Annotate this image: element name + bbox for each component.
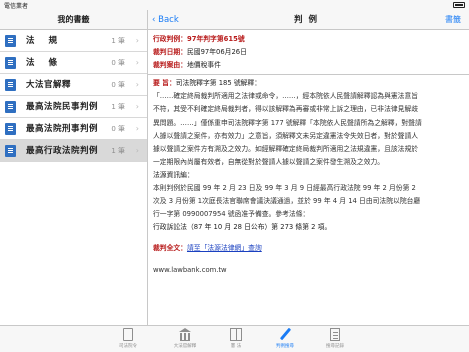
source-heading: 法源資訊編： [153, 170, 194, 179]
list-icon [330, 328, 340, 341]
sidebar-item-label: 最高行政法院判例 [26, 146, 99, 156]
tab-search-history[interactable]: 搜尋記錄 [310, 328, 360, 349]
case-type-label: 行政判例： [153, 35, 187, 43]
bookmark-book-icon [5, 101, 16, 113]
chevron-right-icon: › [135, 58, 139, 67]
sidebar-item-count: 0 筆 [111, 59, 125, 67]
website-url[interactable]: www.lawbank.com.tw [153, 264, 465, 277]
tab-label: 大法官解釋 [173, 344, 197, 349]
sidebar-item-regulations[interactable]: 法規 1 筆 › [0, 30, 147, 52]
cause-label: 裁判案由： [153, 61, 187, 70]
sidebar-title: 我的書籤 [0, 10, 147, 30]
pen-icon [278, 328, 292, 341]
bookmark-book-icon [5, 123, 16, 135]
source-paragraph: 本則判例於民國 99 年 2 月 23 日及 99 年 3 月 9 日經最高行政… [153, 182, 465, 221]
sidebar-item-label: 法規 [26, 36, 72, 46]
tab-constitution[interactable]: 憲 法 [211, 328, 261, 349]
book-icon [230, 328, 242, 341]
paragraph-line: 本則判例於民國 99 年 2 月 23 日及 99 年 3 月 9 日經最高行政… [153, 184, 416, 193]
bookmark-book-icon [5, 79, 16, 91]
sidebar-item-label: 法條 [26, 58, 72, 68]
chevron-right-icon: › [135, 36, 139, 45]
document-icon [123, 328, 133, 341]
page-title: 判例 [293, 15, 323, 25]
chevron-right-icon: › [135, 102, 139, 111]
sidebar-item-articles[interactable]: 法條 0 筆 › [0, 52, 147, 74]
tab-label: 判例搜尋 [276, 344, 294, 349]
bookmark-book-icon [5, 35, 16, 47]
case-gist-row: 要 旨：司法院釋字第 185 號解釋： [153, 77, 465, 90]
case-gist: 司法院釋字第 185 號解釋： [175, 79, 262, 88]
paragraph-line: 一定期限內尚屬有效者，自無從對於聲請人據以聲請之案件發生溯及之效力。 [153, 157, 385, 166]
carrier-label: 電信業者 [4, 3, 29, 10]
sidebar-item-count: 0 筆 [111, 81, 125, 89]
paragraph-line: 異問題。……」僅係重申司法院釋字第 177 號解釋「本院依人民聲請所為之解釋，對… [153, 118, 422, 127]
case-number-row: 行政判例：97年判字第615號 [153, 33, 465, 46]
sidebar-item-label: 最高法院刑事判例 [26, 124, 99, 134]
sidebar-item-label: 大法官解釋 [26, 80, 72, 90]
tab-label: 憲 法 [230, 344, 242, 349]
chevron-right-icon: › [135, 80, 139, 89]
divider [148, 74, 469, 76]
fulltext-link[interactable]: 請至「法源法律網」查詢 [187, 244, 262, 252]
bookmark-button[interactable]: 書籤 [445, 10, 461, 30]
fulltext-label: 裁判全文： [153, 244, 187, 253]
date-label: 裁判日期： [153, 48, 187, 57]
sidebar-item-count: 1 筆 [111, 103, 125, 111]
sidebar-item-administrative-precedents[interactable]: 最高行政法院判例 1 筆 › [0, 140, 147, 162]
gist-paragraph: 「……確定終局裁判所適用之法律或命令，……，經本院依人民聲請解釋認為與憲法意旨 … [153, 90, 465, 169]
bookmarks-sidebar: 我的書籤 法規 1 筆 › 法條 0 筆 › 大法官解釋 0 筆 › 最高法院民… [0, 10, 148, 325]
sidebar-item-interpretations[interactable]: 大法官解釋 0 筆 › [0, 74, 147, 96]
sidebar-item-count: 1 筆 [111, 37, 125, 45]
sidebar-item-criminal-precedents[interactable]: 最高法院刑事判例 0 筆 › [0, 118, 147, 140]
bookmark-book-icon [5, 57, 16, 69]
paragraph-line: 人據以聲請之案件，亦有效力」之意旨，須解釋文未另定違憲法令失效日者，對於聲請人 [153, 131, 419, 140]
tab-bar: 司法院令 大法官解釋 憲 法 判例搜尋 搜尋記錄 [0, 325, 469, 352]
bookmark-book-icon [5, 145, 16, 157]
paragraph-line: 次及 3 月份第 1次庭長法官聯席會議決議通過，並於 99 年 4 月 14 日… [153, 197, 421, 206]
case-content: 行政判例：97年判字第615號 裁判日期：民國97年06月26日 裁判案由：地價… [148, 30, 469, 277]
tab-label: 搜尋記錄 [326, 344, 344, 349]
status-bar: 電信業者 [0, 0, 469, 10]
bank-icon [178, 328, 192, 341]
battery-icon [453, 2, 465, 8]
tab-interpretations[interactable]: 大法官解釋 [160, 328, 210, 349]
case-number: 97年判字第615號 [186, 35, 245, 43]
sidebar-item-count: 1 筆 [111, 147, 125, 155]
navigation-bar: ‹ Back 判例 書籤 [148, 10, 469, 30]
detail-pane: ‹ Back 判例 書籤 行政判例：97年判字第615號 裁判日期：民國97年0… [148, 10, 469, 325]
fulltext-row: 裁判全文：請至「法源法律網」查詢 [153, 242, 465, 255]
tab-judicial-orders[interactable]: 司法院令 [103, 328, 153, 349]
tab-label: 司法院令 [119, 344, 137, 349]
paragraph-line: 不符，其受不利確定終局裁判者，得以該解釋為再審或非常上訴之理由，已非法律見解歧 [153, 105, 419, 114]
reference-law: 行政訴訟法（87 年 10 月 28 日公布）第 273 條第 2 項。 [153, 223, 332, 232]
tab-precedent-search[interactable]: 判例搜尋 [260, 328, 310, 349]
sidebar-item-label: 最高法院民事判例 [26, 102, 99, 112]
case-date: 民國97年06月26日 [186, 48, 247, 57]
gist-label: 要 旨： [153, 79, 176, 88]
paragraph-line: 據以聲請之案件方有溯及之效力。如經解釋確定終局裁判所適用之法規違憲，且該法規於 [153, 144, 419, 153]
case-date-row: 裁判日期：民國97年06月26日 [153, 46, 465, 59]
paragraph-line: 「……確定終局裁判所適用之法律或命令，……，經本院依人民聲請解釋認為與憲法意旨 [153, 92, 419, 101]
sidebar-item-count: 0 筆 [111, 125, 125, 133]
sidebar-item-civil-precedents[interactable]: 最高法院民事判例 1 筆 › [0, 96, 147, 118]
case-cause-row: 裁判案由：地價稅事件 [153, 59, 465, 72]
paragraph-line: 行一字第 0990007954 號函准予備查。參考法條： [153, 210, 310, 219]
case-cause: 地價稅事件 [186, 61, 221, 70]
chevron-right-icon: › [135, 124, 139, 133]
chevron-right-icon: › [135, 146, 139, 155]
